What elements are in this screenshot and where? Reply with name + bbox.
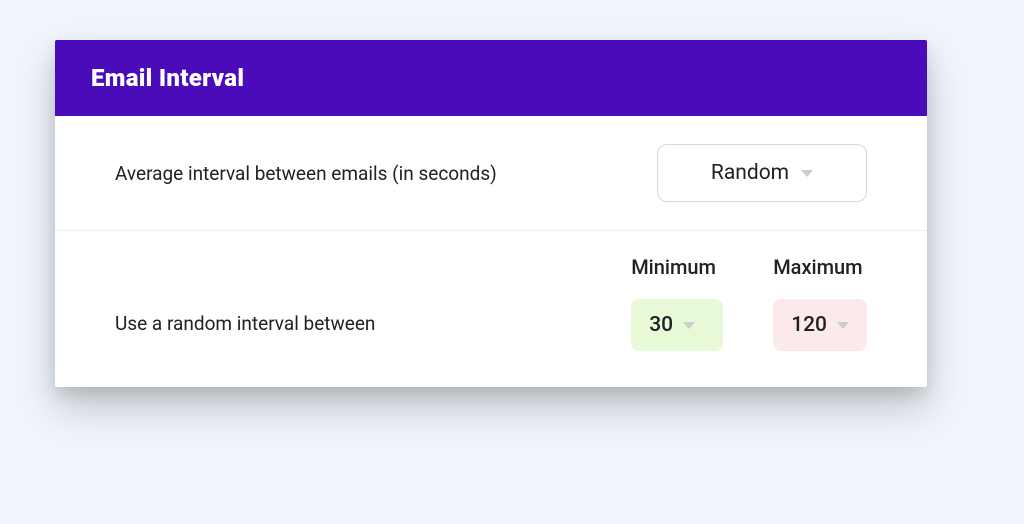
maximum-column: Maximum 120 — [773, 255, 867, 351]
chevron-down-icon — [683, 322, 695, 329]
average-interval-dropdown[interactable]: Random — [657, 144, 867, 202]
panel-title: Email Interval — [91, 64, 891, 92]
email-interval-panel: Email Interval Average interval between … — [55, 40, 927, 387]
random-interval-controls: Minimum 30 Maximum 120 — [631, 255, 867, 351]
average-interval-row: Average interval between emails (in seco… — [55, 116, 927, 231]
panel-header: Email Interval — [55, 40, 927, 116]
random-interval-label: Use a random interval between — [115, 312, 631, 351]
minimum-dropdown[interactable]: 30 — [631, 299, 723, 351]
minimum-column: Minimum 30 — [631, 255, 723, 351]
minimum-value: 30 — [649, 313, 673, 337]
maximum-label: Maximum — [773, 255, 862, 279]
chevron-down-icon — [801, 170, 813, 177]
maximum-value: 120 — [791, 313, 827, 337]
average-interval-value: Random — [711, 161, 789, 185]
random-interval-row: Use a random interval between Minimum 30… — [55, 231, 927, 387]
maximum-dropdown[interactable]: 120 — [773, 299, 867, 351]
average-interval-label: Average interval between emails (in seco… — [115, 162, 657, 185]
chevron-down-icon — [837, 322, 849, 329]
minimum-label: Minimum — [631, 255, 716, 279]
